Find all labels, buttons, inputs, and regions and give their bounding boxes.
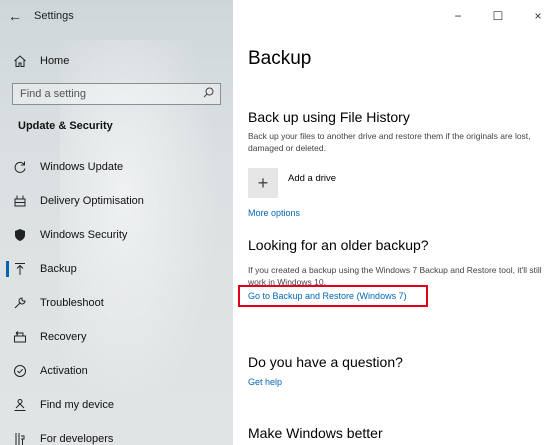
close-button[interactable]: × bbox=[518, 0, 558, 32]
backup-icon bbox=[0, 262, 40, 276]
minimize-icon: − bbox=[454, 9, 462, 23]
sidebar-item-for-developers[interactable]: For developers bbox=[0, 422, 233, 445]
close-icon: × bbox=[534, 9, 542, 23]
sidebar-item-label: For developers bbox=[40, 433, 114, 445]
app-title: Settings bbox=[34, 10, 74, 22]
sidebar-item-troubleshoot[interactable]: Troubleshoot bbox=[0, 286, 233, 320]
home-nav-item[interactable]: Home bbox=[0, 47, 233, 75]
search-placeholder: Find a setting bbox=[20, 88, 87, 100]
make-windows-better-heading: Make Windows better bbox=[248, 425, 383, 441]
home-label: Home bbox=[40, 55, 70, 67]
back-button[interactable]: ← bbox=[0, 0, 30, 32]
wrench-icon bbox=[0, 296, 40, 310]
sidebar-item-label: Windows Update bbox=[40, 161, 124, 173]
search-input[interactable]: Find a setting bbox=[12, 83, 221, 105]
sidebar-item-label: Troubleshoot bbox=[40, 297, 104, 309]
search-icon bbox=[203, 85, 214, 103]
sidebar-item-activation[interactable]: Activation bbox=[0, 354, 233, 388]
maximize-button[interactable]: ☐ bbox=[478, 0, 518, 32]
section-title: Update & Security bbox=[18, 120, 113, 132]
more-options-link[interactable]: More options bbox=[248, 208, 300, 218]
sidebar-item-find-my-device[interactable]: Find my device bbox=[0, 388, 233, 422]
back-arrow-icon: ← bbox=[8, 8, 22, 24]
delivery-optimisation-icon bbox=[0, 194, 40, 208]
sidebar-item-windows-update[interactable]: Windows Update bbox=[0, 150, 233, 184]
sidebar-item-label: Backup bbox=[40, 263, 77, 275]
activation-icon bbox=[0, 364, 40, 378]
add-drive-button[interactable]: + Add a drive bbox=[248, 168, 336, 198]
page-title: Backup bbox=[248, 48, 312, 69]
person-pin-icon bbox=[0, 398, 40, 412]
sidebar-item-label: Delivery Optimisation bbox=[40, 195, 144, 207]
developer-icon bbox=[0, 432, 40, 445]
maximize-icon: ☐ bbox=[492, 9, 504, 23]
titlebar-left: ← Settings bbox=[0, 0, 74, 32]
sidebar-item-recovery[interactable]: Recovery bbox=[0, 320, 233, 354]
recovery-icon bbox=[0, 330, 40, 344]
shield-icon bbox=[0, 228, 40, 242]
sidebar: ← Settings Home Find a setting Update & … bbox=[0, 0, 233, 445]
sidebar-item-backup[interactable]: Backup bbox=[0, 252, 233, 286]
add-drive-label: Add a drive bbox=[288, 173, 337, 184]
question-heading: Do you have a question? bbox=[248, 354, 403, 370]
file-history-description: Back up your files to another drive and … bbox=[248, 131, 531, 153]
sidebar-item-delivery-optimisation[interactable]: Delivery Optimisation bbox=[0, 184, 233, 218]
home-icon bbox=[0, 54, 40, 68]
sidebar-item-windows-security[interactable]: Windows Security bbox=[0, 218, 233, 252]
sidebar-item-label: Find my device bbox=[40, 399, 114, 411]
file-history-heading: Back up using File History bbox=[248, 109, 410, 125]
sidebar-item-label: Recovery bbox=[40, 331, 87, 343]
get-help-link[interactable]: Get help bbox=[248, 377, 282, 387]
plus-icon: + bbox=[248, 168, 278, 198]
older-backup-heading: Looking for an older backup? bbox=[248, 237, 429, 253]
sidebar-item-label: Activation bbox=[40, 365, 88, 377]
minimize-button[interactable]: − bbox=[438, 0, 478, 32]
window-controls: − ☐ × bbox=[438, 0, 558, 32]
sidebar-nav: Windows Update Delivery Optimisation Win… bbox=[0, 150, 233, 445]
highlight-box bbox=[238, 285, 428, 307]
sidebar-item-label: Windows Security bbox=[40, 229, 128, 241]
refresh-icon bbox=[0, 160, 40, 174]
